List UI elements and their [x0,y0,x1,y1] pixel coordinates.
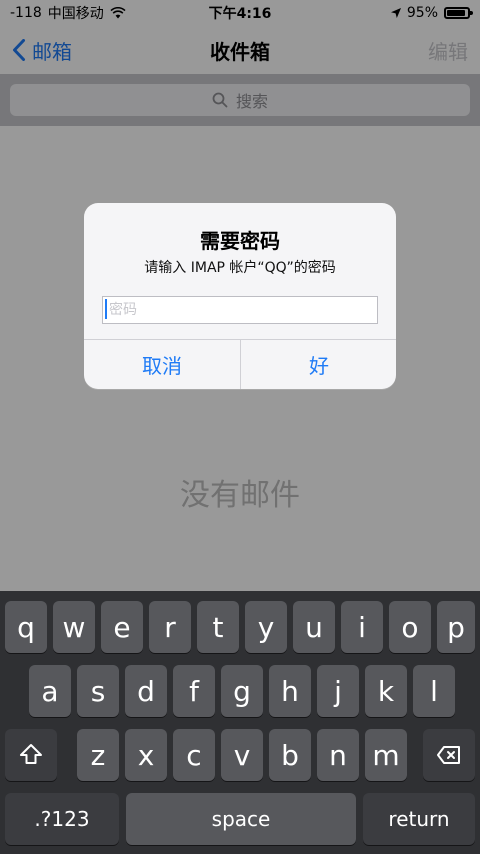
key-i[interactable]: i [341,601,383,653]
key-y[interactable]: y [245,601,287,653]
key-u[interactable]: u [293,601,335,653]
key-q[interactable]: q [5,601,47,653]
key-x[interactable]: x [125,729,167,781]
shift-key[interactable] [5,729,57,781]
key-k[interactable]: k [365,665,407,717]
key-z[interactable]: z [77,729,119,781]
key-b[interactable]: b [269,729,311,781]
alert-message: 请输入 IMAP 帐户“QQ”的密码 [144,260,336,276]
key-g[interactable]: g [221,665,263,717]
key-t[interactable]: t [197,601,239,653]
key-r[interactable]: r [149,601,191,653]
alert-title: 需要密码 [200,229,280,253]
key-j[interactable]: j [317,665,359,717]
key-a[interactable]: a [29,665,71,717]
key-o[interactable]: o [389,601,431,653]
text-caret [105,299,107,319]
key-h[interactable]: h [269,665,311,717]
key-w[interactable]: w [53,601,95,653]
delete-key[interactable] [423,729,475,781]
cancel-button[interactable]: 取消 [84,340,240,389]
key-v[interactable]: v [221,729,263,781]
keyboard: q w e r t y u i o p a s d f g h j k l z … [0,591,480,854]
ok-button[interactable]: 好 [241,340,396,389]
password-input[interactable] [102,296,378,324]
key-f[interactable]: f [173,665,215,717]
key-n[interactable]: n [317,729,359,781]
key-m[interactable]: m [365,729,407,781]
key-p[interactable]: p [437,601,475,653]
key-l[interactable]: l [413,665,455,717]
key-s[interactable]: s [77,665,119,717]
return-key[interactable]: return [363,793,475,845]
numbers-key[interactable]: .?123 [5,793,119,845]
key-c[interactable]: c [173,729,215,781]
backspace-icon [437,746,460,764]
password-alert: 需要密码 请输入 IMAP 帐户“QQ”的密码 取消 好 [84,203,396,389]
shift-icon [20,744,42,764]
space-key[interactable]: space [126,793,356,845]
key-e[interactable]: e [101,601,143,653]
key-d[interactable]: d [125,665,167,717]
